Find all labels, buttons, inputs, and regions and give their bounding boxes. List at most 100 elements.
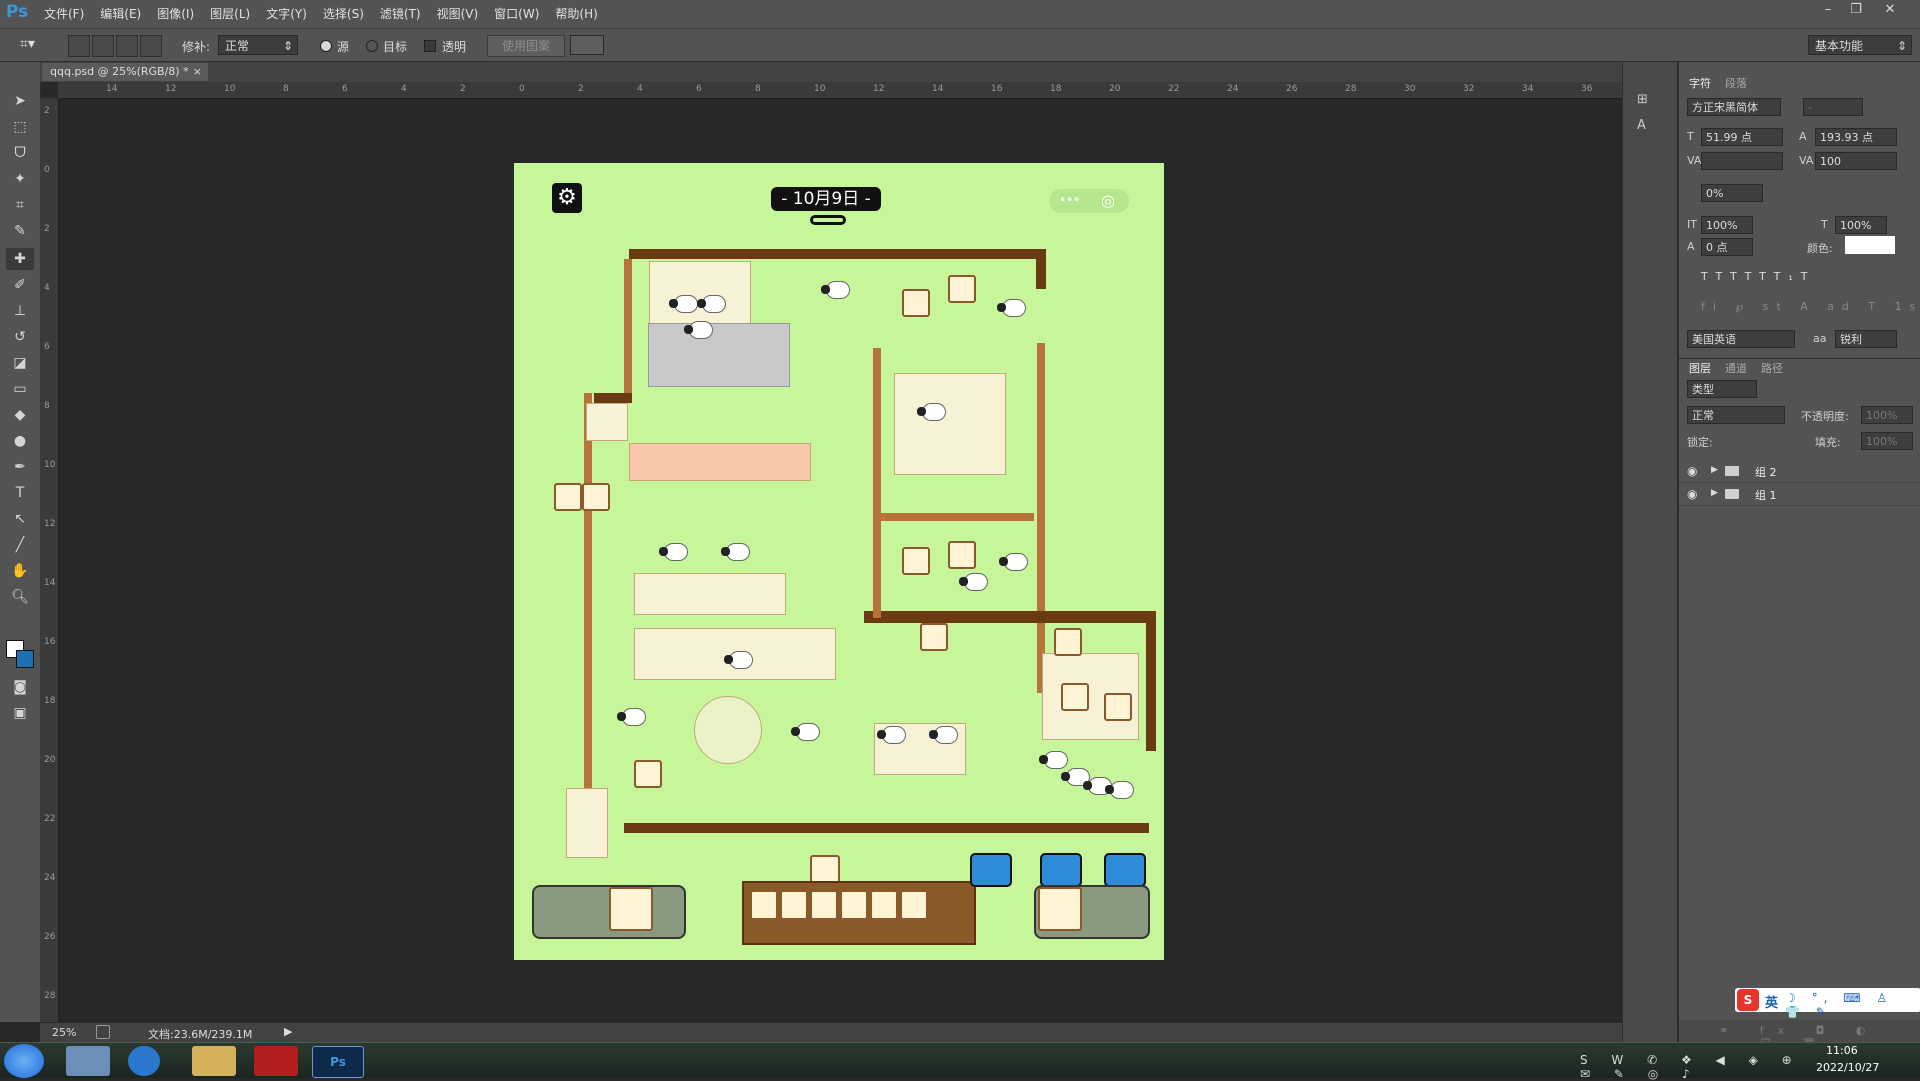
vertical-scale-field[interactable]: 100% — [1701, 216, 1753, 234]
canvas-image[interactable]: ⚙ - 10月9日 - ••• ◎ — [514, 163, 1164, 960]
calculator-taskbar-icon[interactable] — [66, 1046, 110, 1076]
lasso-tool-icon[interactable]: ᗜ — [6, 142, 34, 164]
font-size-field[interactable]: 51.99 点 — [1701, 128, 1783, 146]
move-tool-icon[interactable]: ➤ — [6, 90, 34, 112]
fill-field[interactable]: 100% — [1861, 432, 1913, 450]
transparent-checkbox[interactable] — [424, 40, 436, 52]
hand-tool-icon[interactable]: ✋ — [6, 560, 34, 582]
line-tool-icon[interactable]: ╱ — [6, 534, 34, 556]
menu-select[interactable]: 选择(S) — [323, 5, 364, 22]
ime-language[interactable]: 英 — [1765, 992, 1778, 1011]
layer-filter-select[interactable]: 类型 — [1687, 380, 1757, 398]
layer-row-group-1[interactable]: ◉ ▶ 组 1 — [1679, 483, 1920, 506]
text-color-swatch[interactable] — [1845, 236, 1895, 254]
add-selection-icon[interactable] — [92, 35, 114, 57]
kerning-field[interactable] — [1701, 152, 1783, 170]
visibility-eye-icon[interactable]: ◉ — [1687, 464, 1697, 478]
menu-view[interactable]: 视图(V) — [437, 5, 479, 22]
screen-mode-icon[interactable]: ▣ — [6, 702, 34, 724]
antialias-select[interactable]: 锐利 — [1835, 330, 1897, 348]
marquee-tool-icon[interactable]: ⬚ — [6, 116, 34, 138]
menu-type[interactable]: 文字(Y) — [266, 5, 307, 22]
opacity-field[interactable]: 100% — [1861, 406, 1913, 424]
ime-toolbar[interactable]: S 英 ☽ °, ⌨ ♙ 👕 ✎ — [1735, 988, 1920, 1019]
menu-window[interactable]: 窗口(W) — [494, 5, 539, 22]
menu-layer[interactable]: 图层(L) — [210, 5, 250, 22]
autocad-taskbar-icon[interactable] — [254, 1046, 298, 1076]
tsume-field[interactable]: 0% — [1701, 184, 1763, 202]
dodge-tool-icon[interactable]: ● — [6, 430, 34, 452]
zoom-level[interactable]: 25% — [52, 1026, 76, 1039]
patch-tool-preset-icon[interactable]: ⌗▾ — [20, 36, 42, 54]
crop-tool-icon[interactable]: ⌗ — [6, 194, 34, 216]
menu-edit[interactable]: 编辑(E) — [100, 5, 141, 22]
menu-image[interactable]: 图像(I) — [157, 5, 194, 22]
target-radio[interactable] — [366, 40, 378, 52]
language-select[interactable]: 美国英语 — [1687, 330, 1795, 348]
new-selection-icon[interactable] — [68, 35, 90, 57]
source-radio[interactable] — [320, 40, 332, 52]
horizontal-scale-field[interactable]: 100% — [1835, 216, 1887, 234]
layer-row-group-2[interactable]: ◉ ▶ 组 2 — [1679, 460, 1920, 483]
system-tray-icons[interactable]: S W ✆ ❖ ◀ ◈ ⊕ ✉ ✎ ◎ ♪ — [1580, 1053, 1810, 1081]
visibility-eye-icon[interactable]: ◉ — [1687, 487, 1697, 501]
brush-tool-icon[interactable]: ✐ — [6, 274, 34, 296]
menu-filter[interactable]: 滤镜(T) — [380, 5, 421, 22]
tab-paths[interactable]: 路径 — [1761, 360, 1783, 376]
baseline-shift-field[interactable]: 0 点 — [1701, 238, 1753, 256]
text-style-buttons[interactable]: TTTTTT₁T — [1701, 270, 1815, 283]
zoom-tool-icon[interactable]: 🔍︎ — [6, 586, 34, 608]
restore-icon[interactable]: ❐ — [1844, 2, 1868, 18]
blend-mode-select[interactable]: 正常 — [1687, 406, 1785, 424]
gradient-tool-icon[interactable]: ▭ — [6, 378, 34, 400]
actions-panel-icon[interactable]: A — [1637, 118, 1659, 136]
use-pattern-button[interactable]: 使用图案 — [487, 35, 565, 57]
menu-file[interactable]: 文件(F) — [44, 5, 84, 22]
stamp-tool-icon[interactable]: ⊥ — [6, 300, 34, 322]
ime-tools-icons[interactable]: ☽ °, ⌨ ♙ 👕 ✎ — [1785, 991, 1920, 1019]
start-button-icon[interactable] — [4, 1044, 44, 1078]
blur-tool-icon[interactable]: ◆ — [6, 404, 34, 426]
repair-mode-select[interactable]: 正常 ⇕ — [218, 35, 298, 55]
pattern-picker[interactable] — [570, 35, 604, 55]
opentype-buttons[interactable]: fi ℘ st A ad T 1st ½ — [1701, 300, 1920, 313]
path-select-tool-icon[interactable]: ↖ — [6, 508, 34, 530]
status-menu-arrow-icon[interactable]: ▶ — [284, 1025, 292, 1038]
close-tab-icon[interactable]: × — [193, 63, 202, 81]
ie-taskbar-icon[interactable] — [128, 1046, 160, 1076]
floorplan-wall — [874, 513, 1034, 521]
type-tool-icon[interactable]: T — [6, 482, 34, 504]
pen-tool-icon[interactable]: ✒ — [6, 456, 34, 478]
tab-layers[interactable]: 图层 — [1689, 360, 1711, 376]
tracking-field[interactable]: 100 — [1815, 152, 1897, 170]
quick-mask-icon[interactable]: ◙ — [6, 676, 34, 698]
workspace-select[interactable]: 基本功能 ⇕ — [1808, 35, 1912, 55]
magic-wand-tool-icon[interactable]: ✦ — [6, 168, 34, 190]
leading-field[interactable]: 193.93 点 — [1815, 128, 1897, 146]
expand-triangle-icon[interactable]: ▶ — [1711, 465, 1718, 475]
tab-channels[interactable]: 通道 — [1725, 360, 1747, 376]
close-icon[interactable]: ✕ — [1878, 2, 1902, 18]
tab-character[interactable]: 字符 — [1689, 75, 1711, 91]
subtract-selection-icon[interactable] — [116, 35, 138, 57]
document-tab[interactable]: qqq.psd @ 25%(RGB/8) * × — [42, 63, 208, 81]
sogou-ime-icon[interactable]: S — [1737, 989, 1759, 1011]
tab-paragraph[interactable]: 段落 — [1725, 75, 1747, 91]
menu-help[interactable]: 帮助(H) — [555, 5, 597, 22]
clock-time[interactable]: 11:06 — [1826, 1044, 1858, 1057]
minimize-icon[interactable]: – — [1816, 2, 1840, 18]
expand-triangle-icon[interactable]: ▶ — [1711, 488, 1718, 498]
eraser-tool-icon[interactable]: ◪ — [6, 352, 34, 374]
patch-tool-icon[interactable]: ✚ — [6, 248, 34, 270]
explorer-taskbar-icon[interactable] — [192, 1046, 236, 1076]
clock-date[interactable]: 2022/10/27 — [1816, 1061, 1879, 1074]
status-icon[interactable] — [96, 1025, 110, 1039]
history-brush-tool-icon[interactable]: ↺ — [6, 326, 34, 348]
font-family-select[interactable]: 方正宋黑简体 — [1687, 98, 1781, 116]
intersect-selection-icon[interactable] — [140, 35, 162, 57]
background-color-swatch[interactable] — [16, 650, 34, 668]
photoshop-taskbar-icon[interactable]: Ps — [312, 1046, 364, 1078]
history-panel-icon[interactable]: ⊞ — [1637, 92, 1659, 110]
font-style-select[interactable]: - — [1803, 98, 1863, 116]
eyedropper-tool-icon[interactable]: ✎ — [6, 220, 34, 242]
